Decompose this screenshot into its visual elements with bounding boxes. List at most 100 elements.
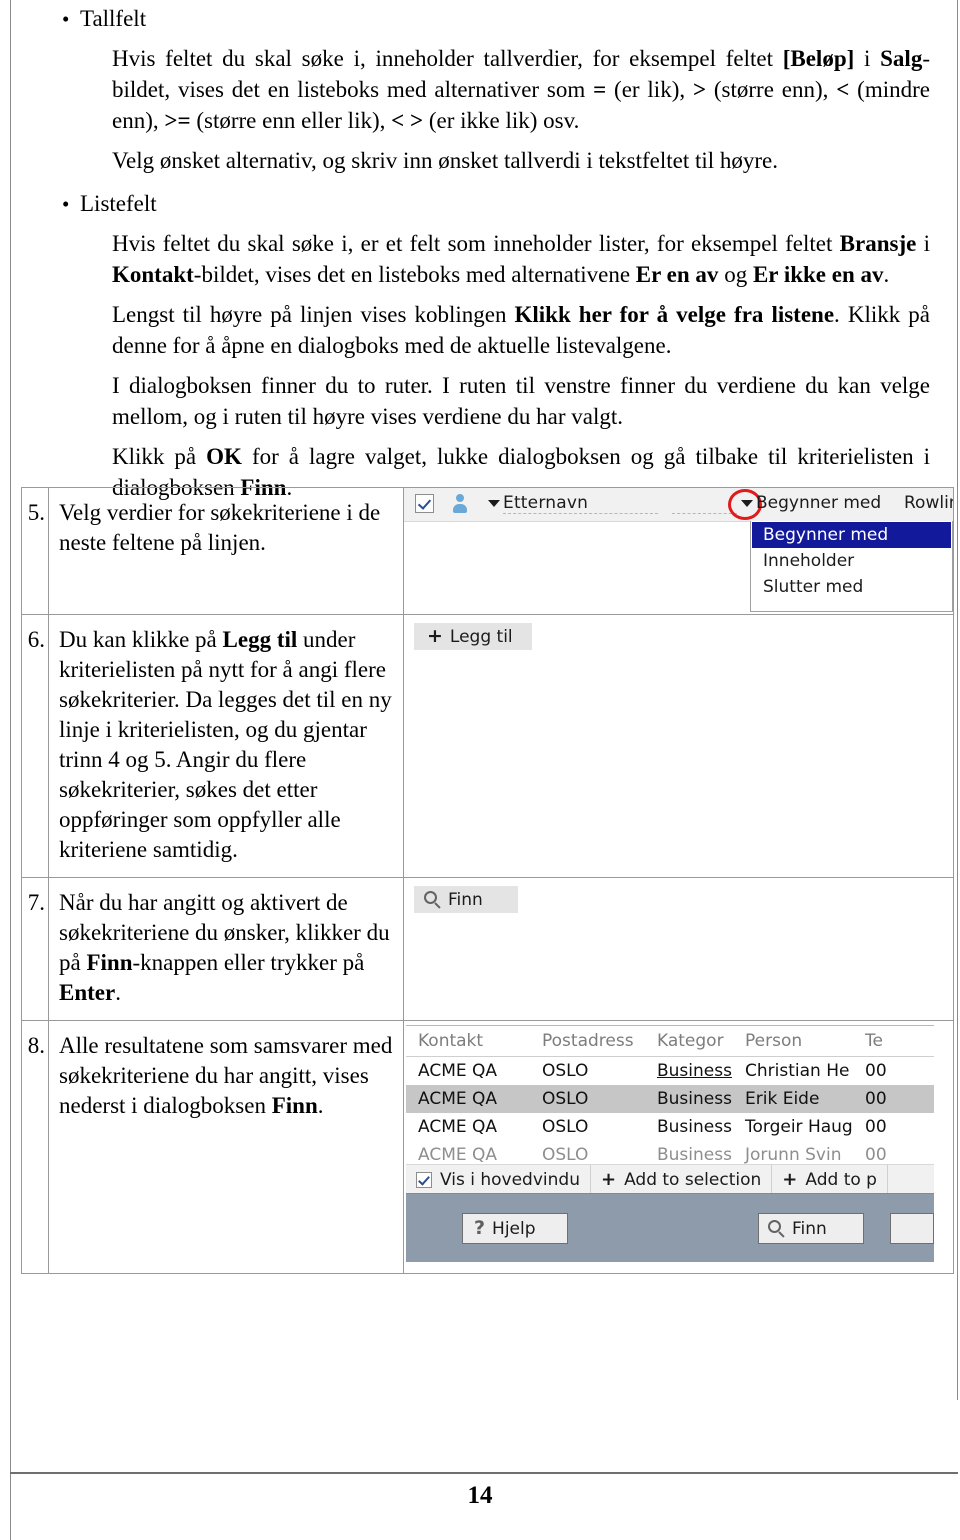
column-header[interactable]: Kontakt [406, 1031, 530, 1051]
step-image-cell: Finn [403, 877, 954, 1021]
legg-til-button[interactable]: + Legg til [414, 623, 532, 650]
criteria-field-name[interactable]: Etternavn [503, 493, 588, 513]
column-header[interactable]: Postadress [530, 1031, 645, 1051]
bullet-heading-row: • Tallfelt [34, 0, 934, 38]
steps-table: 5. Velg verdier for søkekriteriene i de … [21, 487, 954, 1274]
results-action-bar: Vis i hovedvindu + Add to selection + Ad… [406, 1164, 934, 1194]
show-in-main-window-label: Vis i hovedvindu [440, 1169, 580, 1190]
hjelp-button[interactable]: ? Hjelp [462, 1213, 568, 1244]
field-underline [672, 513, 737, 515]
add-to-selection-button[interactable]: + Add to selection [591, 1165, 773, 1194]
hjelp-button-label: Hjelp [492, 1218, 536, 1239]
bullet-heading: Tallfelt [80, 6, 147, 31]
table-row: 8. Alle resultatene som samsvarer med sø… [21, 1020, 954, 1274]
dropdown-option[interactable]: Slutter med [751, 574, 952, 600]
add-to-project-label: Add to p [805, 1169, 877, 1190]
finn-button-label: Finn [448, 889, 483, 910]
column-header[interactable]: Te [853, 1031, 934, 1051]
cell-kontakt: ACME QA [418, 1061, 498, 1081]
results-row[interactable]: ACME QA OSLO Business Torgeir Haug 00 [406, 1113, 934, 1141]
bullet-block-listefelt: • Listefelt Hvis feltet du skal søke i, … [34, 185, 934, 503]
bullet-paragraph: Hvis feltet du skal søke i, er et felt s… [112, 231, 930, 287]
step-number-cell: 8. [21, 1020, 49, 1274]
plus-icon: + [782, 1168, 798, 1190]
criteria-row-screenshot: Etternavn Begynner med Rowlin Begynner m… [404, 488, 953, 614]
table-row: 6. Du kan klikke på Legg til under krite… [21, 614, 954, 878]
page-left-rule [10, 0, 11, 1540]
results-row[interactable]: ACME QA OSLO Business Jorunn Svin 00 [406, 1141, 934, 1165]
bullet-marker-icon: • [62, 7, 70, 31]
person-icon [452, 494, 468, 513]
step-image-cell: Etternavn Begynner med Rowlin Begynner m… [403, 487, 954, 615]
step-number-cell: 6. [21, 614, 49, 878]
cell-kategori: Business [657, 1145, 732, 1165]
legg-til-button-label: Legg til [449, 626, 513, 647]
add-to-project-button[interactable]: + Add to p [772, 1165, 888, 1194]
cell-kategori: Business [657, 1061, 732, 1081]
results-screenshot: Kontakt Postadress Kategor Person Te ACM… [404, 1021, 953, 1273]
criteria-operator-value[interactable]: Begynner med [756, 493, 881, 513]
cell-telefon: 00 [865, 1117, 887, 1137]
step-number-cell: 5. [21, 487, 49, 615]
step-text-cell: Når du har angitt og aktivert de søkekri… [48, 877, 404, 1021]
cell-telefon: 00 [865, 1061, 887, 1081]
bullet-paragraph: Velg ønsket alternativ, og skriv inn øns… [112, 148, 779, 173]
show-in-main-window-toggle[interactable]: Vis i hovedvindu [406, 1165, 591, 1194]
cell-kontakt: ACME QA [418, 1117, 498, 1137]
bullet-paragraph: I dialogboksen finner du to ruter. I rut… [112, 373, 930, 429]
magnifier-icon [768, 1219, 786, 1238]
dialog-footer: ? Hjelp Finn [406, 1193, 934, 1262]
find-button-screenshot: Finn [404, 878, 953, 926]
cell-postadress: OSLO [542, 1145, 589, 1165]
column-header[interactable]: Kategor [645, 1031, 733, 1051]
field-dropdown-caret-icon[interactable] [488, 500, 500, 507]
results-row[interactable]: ACME QA OSLO Business Christian He 00 [406, 1057, 934, 1085]
bullet-paragraph: Lengst til høyre på linjen vises kobling… [112, 302, 930, 358]
field-underline [503, 513, 658, 515]
finn-dialog-button[interactable]: Finn [758, 1213, 864, 1244]
dropdown-option[interactable]: Inneholder [751, 548, 952, 574]
plus-icon: + [600, 1168, 617, 1190]
results-row-selected[interactable]: ACME QA OSLO Business Erik Eide 00 [406, 1085, 934, 1113]
dropdown-option[interactable]: Begynner med [752, 522, 951, 548]
step-text-cell: Du kan klikke på Legg til under kriterie… [48, 614, 404, 878]
results-grid-header: Kontakt Postadress Kategor Person Te [406, 1026, 934, 1057]
footer-extra-button[interactable] [890, 1213, 934, 1244]
question-mark-icon: ? [474, 1217, 486, 1239]
column-header[interactable]: Person [733, 1031, 853, 1051]
step-number: 7. [27, 890, 45, 915]
cell-telefon: 00 [865, 1145, 887, 1165]
cell-kontakt: ACME QA [418, 1145, 498, 1165]
bullet-section: • Tallfelt Hvis feltet du skal søke i, i… [34, 0, 934, 503]
page-right-rule [957, 0, 958, 1400]
cell-postadress: OSLO [542, 1089, 589, 1109]
add-to-selection-label: Add to selection [624, 1169, 762, 1190]
checkbox-icon[interactable] [416, 1171, 432, 1188]
magnifier-icon [424, 890, 442, 909]
bullet-block-tallfelt: • Tallfelt Hvis feltet du skal søke i, i… [34, 0, 934, 176]
criteria-active-checkbox[interactable] [415, 494, 434, 513]
step-text: Velg verdier for søkekriteriene i de nes… [59, 500, 381, 555]
plus-icon: + [427, 625, 443, 647]
cell-kontakt: ACME QA [418, 1089, 498, 1109]
bullet-heading: Listefelt [80, 191, 157, 216]
bullet-marker-icon: • [62, 192, 70, 216]
step-text-cell: Velg verdier for søkekriteriene i de nes… [48, 487, 404, 615]
operator-dropdown-list[interactable]: Begynner med Inneholder Slutter med [750, 521, 953, 612]
results-grid: Kontakt Postadress Kategor Person Te ACM… [406, 1025, 934, 1165]
cell-person: Torgeir Haug [745, 1117, 853, 1137]
step-text: Du kan klikke på Legg til under kriterie… [59, 627, 392, 862]
criteria-value-text[interactable]: Rowlin [904, 493, 953, 513]
step-number: 8. [27, 1033, 45, 1058]
cell-kategori: Business [657, 1089, 732, 1109]
step-image-cell: Kontakt Postadress Kategor Person Te ACM… [403, 1020, 954, 1274]
cell-person: Christian He [745, 1061, 850, 1081]
finn-button[interactable]: Finn [414, 886, 518, 913]
step-text: Alle resultatene som samsvarer med søkek… [59, 1033, 393, 1118]
add-button-screenshot: + Legg til [404, 615, 953, 663]
step-image-cell: + Legg til [403, 614, 954, 878]
table-row: 5. Velg verdier for søkekriteriene i de … [21, 487, 954, 615]
cell-telefon: 00 [865, 1089, 887, 1109]
cell-kategori: Business [657, 1117, 732, 1137]
step-number-cell: 7. [21, 877, 49, 1021]
